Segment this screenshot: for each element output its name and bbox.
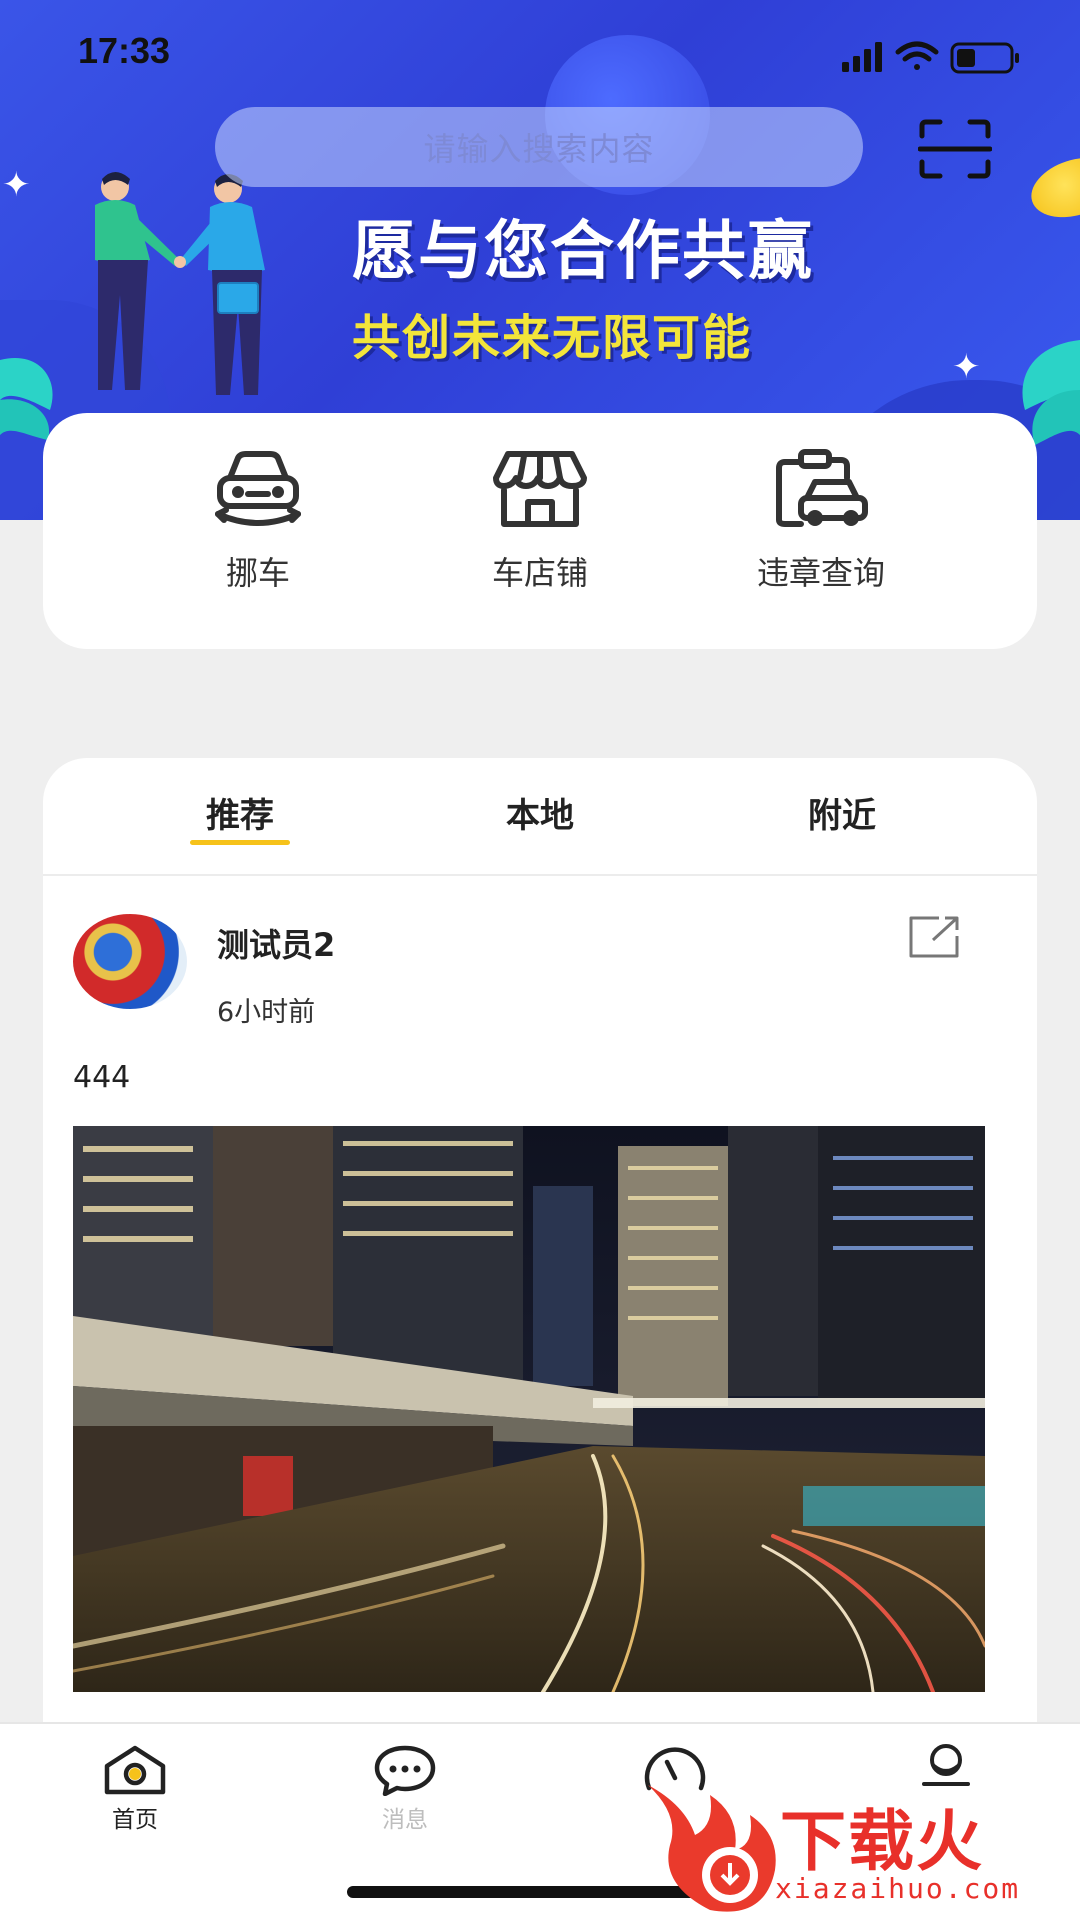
quick-action-car-store[interactable]: 车店铺 <box>440 448 640 618</box>
message-icon <box>374 1745 436 1796</box>
handshake-illustration <box>95 172 265 395</box>
store-icon <box>493 451 587 527</box>
scan-icon[interactable] <box>918 118 992 180</box>
feed-tabs: 推荐 本地 附近 <box>43 758 1037 876</box>
coin-icon <box>1023 147 1080 228</box>
tabbar-item-home[interactable]: 首页 <box>65 1744 205 1834</box>
status-time: 17:33 <box>78 30 171 71</box>
status-indicators <box>842 41 1019 74</box>
post-time: 6小时前 <box>217 997 316 1028</box>
watermark-url: xiazaihuo.com <box>775 1872 1021 1905</box>
quick-action-label: 挪车 <box>225 554 290 592</box>
tab-recommended[interactable]: 推荐 <box>140 788 340 837</box>
battery-icon <box>950 42 1019 74</box>
quick-actions-card: 挪车 车店铺 违章查询 <box>43 413 1037 649</box>
violation-query-icon <box>776 449 868 527</box>
home-icon <box>104 1745 166 1795</box>
tab-active-indicator <box>190 840 290 845</box>
post-content: 444 <box>73 1060 131 1095</box>
banner-slogan-sub: 共创未来无限可能 <box>352 310 753 366</box>
post-image[interactable] <box>73 1126 985 1692</box>
signal-icon <box>842 42 882 72</box>
quick-action-label: 车店铺 <box>491 554 588 592</box>
quick-action-violation-query[interactable]: 违章查询 <box>721 448 921 618</box>
tab-nearby[interactable]: 附近 <box>742 788 942 837</box>
quick-action-label: 违章查询 <box>756 554 885 592</box>
banner-slogan-main: 愿与您合作共赢 <box>352 215 814 289</box>
sparkle-icon: ✦ <box>952 347 981 387</box>
watermark-text: 下载火 <box>780 1803 984 1880</box>
tabbar-label: 首页 <box>112 1807 158 1833</box>
search-placeholder: 请输入搜索内容 <box>423 130 655 168</box>
wifi-icon <box>895 41 939 70</box>
sparkle-icon: ✦ <box>2 165 31 205</box>
avatar[interactable] <box>73 914 187 1009</box>
post-username[interactable]: 测试员2 <box>217 920 335 966</box>
city-night-photo <box>73 1126 985 1692</box>
tabbar-item-messages[interactable]: 消息 <box>335 1744 475 1834</box>
home-screen: ✦ ✦ 愿与您合作共赢 共创未来无限可能 17:33 请输入搜索内容 挪车 车店… <box>0 0 1080 1920</box>
car-move-icon <box>215 451 301 526</box>
tab-local[interactable]: 本地 <box>440 788 640 837</box>
tabbar-label: 消息 <box>382 1807 428 1833</box>
share-icon[interactable] <box>909 914 961 958</box>
status-bar: 17:33 <box>0 0 1080 110</box>
quick-action-move-car[interactable]: 挪车 <box>158 448 358 618</box>
search-input[interactable]: 请输入搜索内容 <box>215 107 863 187</box>
